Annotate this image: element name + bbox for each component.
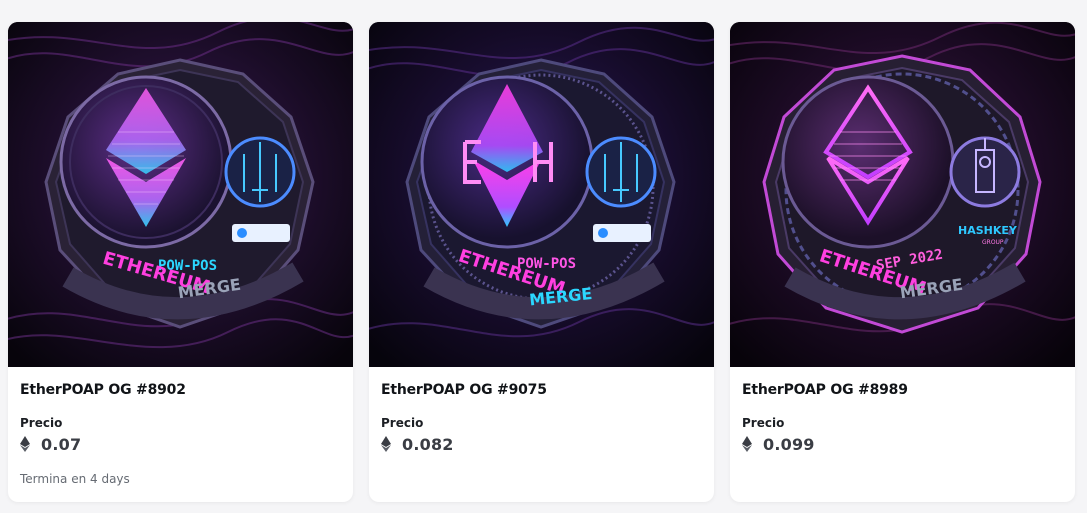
nft-card[interactable]: HASHKEY GROUP SEP 2022 ETHEREUM MERGE Et…	[730, 22, 1075, 502]
nft-artwork[interactable]: POW-POS ETHEREUM MERGE	[369, 22, 714, 367]
poap-badge-image: POW-POS ETHEREUM MERGE	[8, 22, 353, 367]
price-value: 0.099	[763, 434, 815, 454]
svg-text:GROUP: GROUP	[982, 239, 1004, 246]
price-value: 0.07	[41, 434, 82, 454]
price-row: 0.07	[20, 434, 341, 454]
price-row: 0.082	[381, 434, 702, 454]
price-label: Precio	[742, 416, 785, 430]
ethereum-icon	[20, 436, 30, 452]
nft-title[interactable]: EtherPOAP OG #9075	[381, 381, 702, 399]
nft-title[interactable]: EtherPOAP OG #8989	[742, 381, 1063, 399]
price-row: 0.099	[742, 434, 1063, 454]
poap-badge-image: POW-POS ETHEREUM MERGE	[369, 22, 714, 367]
price-label: Precio	[381, 416, 424, 430]
ethereum-icon	[742, 436, 752, 452]
nft-artwork[interactable]: HASHKEY GROUP SEP 2022 ETHEREUM MERGE	[730, 22, 1075, 367]
ethereum-icon	[381, 436, 391, 452]
auction-end-text: Termina en 4 days	[20, 472, 130, 486]
price-label: Precio	[20, 416, 63, 430]
nft-title[interactable]: EtherPOAP OG #8902	[20, 381, 341, 399]
nft-artwork[interactable]: POW-POS ETHEREUM MERGE	[8, 22, 353, 367]
price-value: 0.082	[402, 434, 454, 454]
nft-card[interactable]: POW-POS ETHEREUM MERGE EtherPOAP OG #907…	[369, 22, 714, 502]
svg-text:HASHKEY: HASHKEY	[958, 224, 1018, 237]
poap-badge-image: HASHKEY GROUP SEP 2022 ETHEREUM MERGE	[730, 22, 1075, 367]
nft-card[interactable]: POW-POS ETHEREUM MERGE EtherPOAP OG #890…	[8, 22, 353, 502]
